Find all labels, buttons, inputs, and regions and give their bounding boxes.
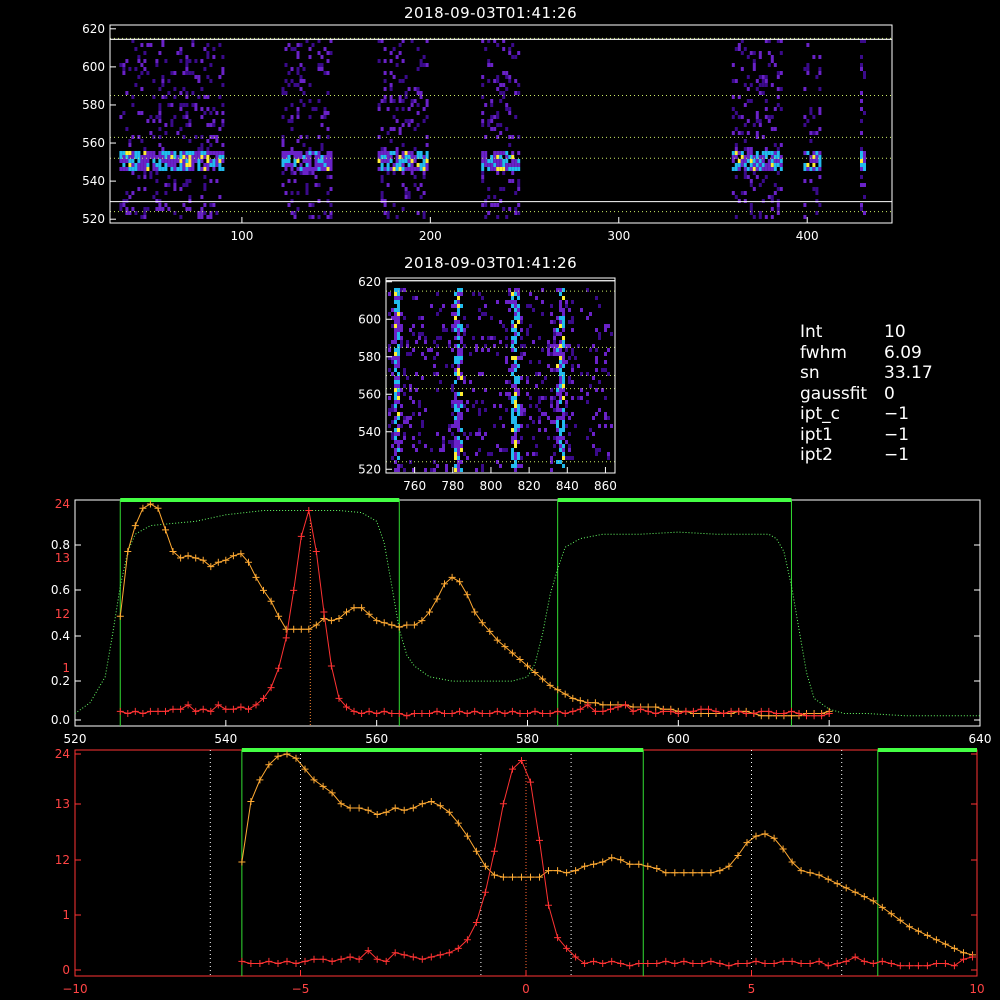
small-y-tick-label: 580 (358, 350, 381, 364)
small-y-tick-label: 600 (358, 312, 381, 326)
mid-red-tick-label: 24 (55, 497, 70, 511)
top-y-tick-label: 520 (82, 212, 105, 226)
profile-panel-wavelength: 520 540 560 580 600 620 640 0.0 0.2 0.4 0.6 0.8 1 12 1… (51, 497, 992, 746)
mid-x-tick-label: 580 (516, 732, 539, 746)
profile-panel-velocity: −10 −5 0 5 10 0 1 12 13 24 (55, 747, 985, 996)
top-y-tick-label: 620 (82, 22, 105, 36)
top-heatmap-pixels (119, 39, 866, 219)
mid-x-tick-label: 520 (64, 732, 87, 746)
top-y-tick-label: 540 (82, 174, 105, 188)
top-x-tick-label: 300 (607, 229, 630, 243)
top-y-tick-label: 560 (82, 136, 105, 150)
bottom-x-tick-label: 10 (969, 982, 984, 996)
bottom-y-tick-label: 24 (55, 747, 70, 761)
mid-y-tick-label: 0.2 (51, 674, 70, 688)
orange-velocity-markers (238, 750, 976, 959)
mid-red-tick-label: 12 (55, 607, 70, 621)
mid-x-tick-label: 640 (969, 732, 992, 746)
red-velocity-markers (238, 757, 976, 970)
mid-axes-frame (74, 499, 981, 727)
mid-x-tick-label: 620 (818, 732, 841, 746)
mid-red-tick-label: 13 (55, 551, 70, 565)
small-y-tick-label: 560 (358, 387, 381, 401)
small-x-tick-label: 760 (403, 479, 426, 493)
small-x-tick-label: 780 (441, 479, 464, 493)
top-x-tick-label: 100 (230, 229, 253, 243)
mid-y-tick-label: 0.6 (51, 583, 70, 597)
small-x-tick-label: 820 (518, 479, 541, 493)
bottom-x-tick-label: 0 (522, 982, 530, 996)
bottom-y-tick-label: 13 (55, 797, 70, 811)
small-y-tick-label: 620 (358, 275, 381, 289)
bottom-x-tick-label: −10 (62, 982, 87, 996)
small-y-tick-label: 540 (358, 425, 381, 439)
orange-profile-markers (116, 500, 833, 720)
red-velocity-line (241, 759, 973, 967)
mid-x-tick-label: 540 (214, 732, 237, 746)
mid-x-tick-label: 560 (365, 732, 388, 746)
bottom-y-tick-label: 0 (62, 963, 70, 977)
mid-y-tick-label: 0.4 (51, 629, 70, 643)
small-x-tick-label: 840 (556, 479, 579, 493)
mid-y-tick-label: 0.0 (51, 713, 70, 727)
small-x-tick-label: 800 (480, 479, 503, 493)
orange-velocity-line (241, 753, 973, 956)
small-heatmap-pixels (388, 288, 613, 472)
spectral-figure: 100 200 300 400520540560580600620760 780 800 8… (51, 22, 992, 996)
top-y-tick-label: 580 (82, 98, 105, 112)
top-x-tick-label: 200 (419, 229, 442, 243)
filter-transmission-curve (74, 510, 980, 717)
small-x-tick-label: 860 (594, 479, 617, 493)
mid-x-tick-label: 600 (667, 732, 690, 746)
bottom-y-tick-label: 12 (55, 853, 70, 867)
bottom-y-tick-label: 1 (62, 908, 70, 922)
mid-red-tick-label: 1 (62, 661, 70, 675)
mid-y-tick-label: 0.8 (51, 538, 70, 552)
top-y-tick-label: 600 (82, 60, 105, 74)
bottom-x-tick-label: −5 (292, 982, 310, 996)
top-x-tick-label: 400 (796, 229, 819, 243)
bottom-x-tick-label: 5 (748, 982, 756, 996)
small-heatmap: 760 780 800 820 840 860 520 540 560 580 600 620 (358, 275, 617, 493)
small-y-tick-label: 520 (358, 462, 381, 476)
top-heatmap: 100 200 300 400 520 540 560 580 600 620 (82, 22, 893, 243)
